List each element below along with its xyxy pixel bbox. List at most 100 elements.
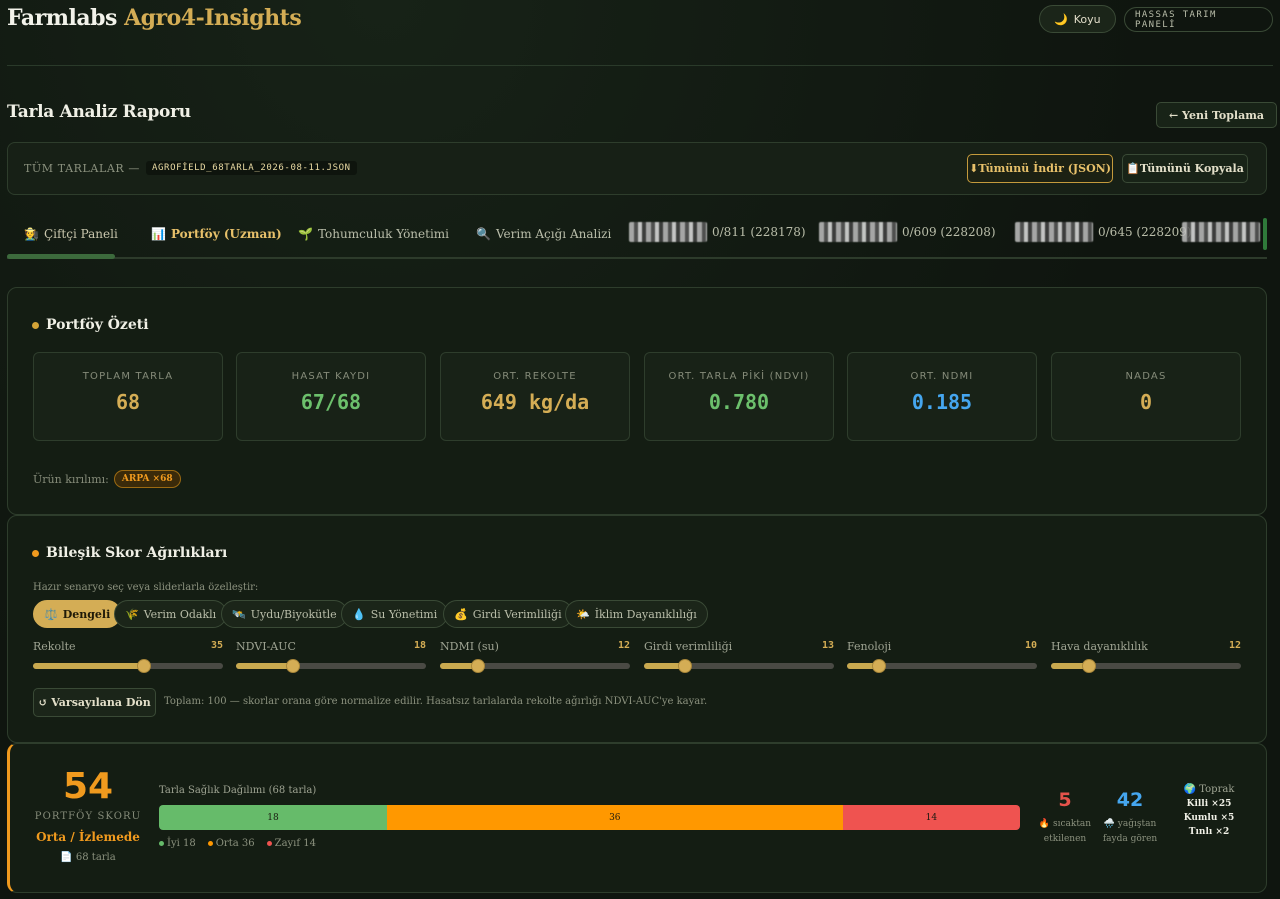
tab-field-228208[interactable]: 0/609 (228208)	[819, 222, 996, 242]
stat-key: ORT. NDMI	[910, 371, 974, 382]
crop-chip[interactable]: ARPA ×68	[113, 470, 181, 488]
reset-defaults-button[interactable]: ↺ Varsayılana Dön	[33, 688, 156, 717]
stat-key: ORT. TARLA PİKİ (NDVI)	[668, 371, 810, 382]
health-distribution-bar: 18 36 14	[159, 805, 1020, 830]
segment-medium[interactable]: 36	[386, 805, 843, 830]
slider-thumb[interactable]	[678, 659, 693, 673]
brand-secondary: Agro4-Insights	[124, 5, 302, 31]
slider-yield[interactable]: Rekolte 35	[33, 640, 223, 673]
preset-yield-focused[interactable]: 🌾 Verim Odaklı	[114, 600, 228, 628]
rain-label-2: fayda gören	[1102, 834, 1158, 844]
slider-track[interactable]	[236, 659, 426, 673]
balance-icon: ⚖️	[44, 607, 58, 621]
slider-weather-resilience[interactable]: Hava dayanıklılık 12	[1051, 640, 1241, 673]
tab-yield-gap[interactable]: 🔍 Verim Açığı Analizi	[476, 227, 611, 241]
new-collection-button[interactable]: ← Yeni Toplama	[1156, 102, 1277, 128]
theme-label: Koyu	[1073, 12, 1101, 26]
legend-good: İyi 18	[159, 838, 196, 849]
slider-track[interactable]	[33, 659, 223, 673]
slider-value: 13	[821, 640, 834, 651]
tab-farmer-panel[interactable]: 🧑‍🌾 Çiftçi Paneli	[24, 227, 118, 241]
stat-key: NADAS	[1125, 371, 1167, 382]
download-icon: ⬇	[969, 162, 979, 175]
copy-all-label: Tümünü Kopyala	[1139, 162, 1244, 175]
tab-portfolio[interactable]: 📊 Portföy (Uzman)	[151, 227, 282, 241]
tab-field-overflow[interactable]	[1182, 222, 1260, 242]
slider-value: 12	[617, 640, 630, 651]
tab-bar: 🧑‍🌾 Çiftçi Paneli 📊 Portföy (Uzman) 🌱 To…	[7, 213, 1267, 259]
slider-thumb[interactable]	[871, 659, 886, 673]
section-title: Bileşik Skor Ağırlıkları	[46, 545, 228, 561]
stat-total-fields: TOPLAM TARLA 68	[33, 352, 223, 441]
segment-good[interactable]: 18	[159, 805, 387, 830]
redacted-name	[819, 222, 897, 242]
stat-fallow: NADAS 0	[1051, 352, 1241, 441]
tab-scrollbar[interactable]	[1263, 218, 1267, 250]
slider-thumb[interactable]	[136, 659, 151, 673]
stat-value: 0.780	[708, 390, 770, 414]
tab-label: 0/645 (228209)	[1098, 225, 1192, 239]
tab-seed-management[interactable]: 🌱 Tohumculuk Yönetimi	[298, 227, 449, 241]
distribution-legend: İyi 18 Orta 36 Zayıf 14	[159, 838, 316, 849]
crop-breakdown: Ürün kırılımı: ARPA ×68	[33, 470, 181, 488]
soil-title: 🌍 Toprak	[1183, 784, 1235, 795]
slider-track[interactable]	[1051, 659, 1241, 673]
slider-thumb[interactable]	[471, 659, 485, 673]
slider-input-efficiency[interactable]: Girdi verimliliği 13	[644, 640, 834, 673]
segment-weak[interactable]: 14	[842, 805, 1020, 830]
money-bag-icon: 💰	[454, 607, 468, 621]
portfolio-score-value: 54	[62, 766, 114, 807]
slider-label: Hava dayanıklılık	[1051, 640, 1148, 653]
slider-track[interactable]	[847, 659, 1037, 673]
stat-avg-yield: ORT. REKOLTE 649 kg/da	[440, 352, 630, 441]
active-tab-indicator	[7, 254, 115, 259]
rain-benefit-value: 42	[1116, 789, 1144, 811]
slider-ndmi[interactable]: NDMI (su) 12	[440, 640, 630, 673]
preset-input-efficiency[interactable]: 💰 Girdi Verimliliği	[443, 600, 573, 628]
page-title: Tarla Analiz Raporu	[7, 102, 191, 122]
preset-hint: Hazır senaryo seç veya sliderlarla özell…	[33, 582, 259, 593]
stat-value: 68	[115, 390, 141, 414]
stat-key: HASAT KAYDI	[291, 371, 371, 382]
slider-label: Fenoloji	[847, 640, 892, 653]
slider-value: 18	[413, 640, 426, 651]
tab-field-228178[interactable]: 0/811 (228178)	[629, 222, 806, 242]
legend-weak: Zayıf 14	[266, 838, 316, 849]
file-bar: TÜM TARLALAR — AGROFİELD_68TARLA_2026-08…	[7, 142, 1267, 195]
chart-icon: 📊	[151, 227, 166, 241]
filename-chip: AGROFİELD_68TARLA_2026-08-11.JSON	[146, 161, 357, 175]
sun-cloud-icon: 🌤️	[576, 607, 590, 621]
stat-avg-ndvi-peak: ORT. TARLA PİKİ (NDVI) 0.780	[644, 352, 834, 441]
stat-value: 0	[1139, 390, 1153, 414]
copy-icon: 📋	[1126, 162, 1140, 175]
tab-field-228209[interactable]: 0/645 (228209)	[1015, 222, 1192, 242]
slider-ndvi-auc[interactable]: NDVI-AUC 18	[236, 640, 426, 673]
preset-balanced[interactable]: ⚖️ Dengeli	[33, 600, 122, 628]
preset-label: İklim Dayanıklılığı	[594, 607, 697, 621]
bullet-icon	[32, 321, 39, 329]
soil-breakdown: 🌍 Toprak Killi ×25 Kumlu ×5 Tınlı ×2	[1174, 784, 1244, 837]
slider-thumb[interactable]	[1082, 659, 1096, 673]
preset-label: Uydu/Biyokütle	[250, 607, 337, 621]
heat-label: 🔥 sıcaktan	[1038, 819, 1092, 829]
slider-track[interactable]	[644, 659, 834, 673]
slider-thumb[interactable]	[286, 659, 300, 673]
redacted-name	[1015, 222, 1093, 242]
slider-track[interactable]	[440, 659, 630, 673]
score-weights-title: Bileşik Skor Ağırlıkları	[32, 545, 227, 561]
slider-phenology[interactable]: Fenoloji 10	[847, 640, 1037, 673]
theme-toggle-button[interactable]: 🌙 Koyu	[1039, 5, 1116, 33]
slider-value: 12	[1228, 640, 1241, 651]
preset-climate-resilience[interactable]: 🌤️ İklim Dayanıklılığı	[565, 600, 708, 628]
seedling-icon: 🌱	[298, 227, 313, 241]
download-all-button[interactable]: ⬇ Tümünü İndir (JSON)	[967, 154, 1113, 183]
tab-label: 0/811 (228178)	[712, 225, 806, 239]
stat-key: TOPLAM TARLA	[82, 371, 174, 382]
copy-all-button[interactable]: 📋 Tümünü Kopyala	[1122, 154, 1248, 183]
brand-logo[interactable]: Farmlabs Agro4-Insights	[7, 5, 302, 31]
slider-fill	[33, 663, 144, 669]
portfolio-summary-title: Portföy Özeti	[32, 317, 149, 333]
preset-water-management[interactable]: 💧 Su Yönetimi	[341, 600, 449, 628]
preset-label: Verim Odaklı	[143, 607, 217, 621]
preset-satellite[interactable]: 🛰️ Uydu/Biyokütle	[221, 600, 348, 628]
